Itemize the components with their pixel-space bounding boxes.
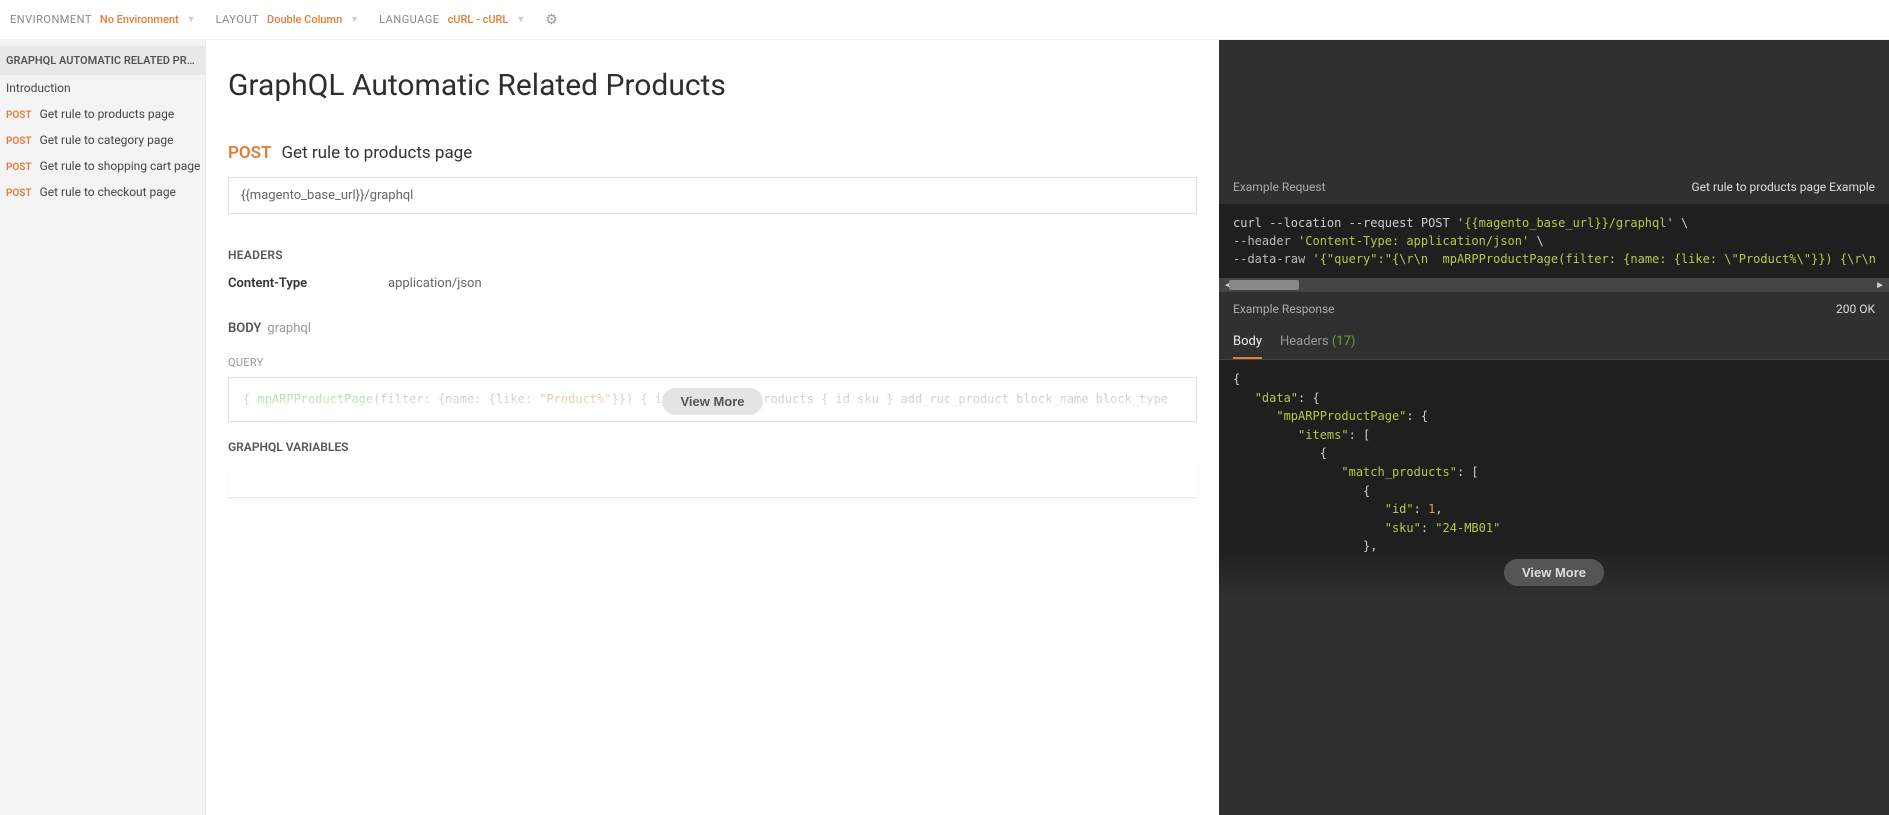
query-code: { mpARPProductPage(filter: {name: {like:… (228, 377, 1197, 422)
response-json: { "data": { "mpARPProductPage": { "items… (1219, 360, 1889, 598)
sidebar-item-category[interactable]: POSTGet rule to category page (0, 127, 205, 153)
method-badge: POST (228, 143, 271, 163)
horizontal-scrollbar[interactable]: ◄ ► (1219, 278, 1889, 292)
example-request-label: Example Request (1233, 180, 1326, 194)
example-response-label: Example Response (1233, 302, 1335, 316)
body-section-label: BODYgraphql (228, 321, 1197, 336)
curl-code: curl --location --request POST '{{magent… (1219, 204, 1889, 278)
header-key: Content-Type (228, 276, 388, 291)
view-more-button[interactable]: View More (1504, 559, 1604, 586)
example-panel: Example Request Get rule to products pag… (1219, 40, 1889, 815)
query-label: QUERY (228, 356, 1197, 369)
headers-section-label: HEADERS (228, 248, 1197, 262)
graphql-variables-box (228, 464, 1197, 498)
env-selector[interactable]: ENVIRONMENT No Environment ▼ (10, 13, 196, 26)
headers-row: Content-Type application/json (228, 276, 1197, 291)
layout-value: Double Column (267, 13, 342, 26)
chevron-down-icon: ▼ (350, 14, 359, 25)
view-more-button[interactable]: View More (662, 388, 762, 415)
example-request-bar: Example Request Get rule to products pag… (1219, 170, 1889, 204)
chevron-down-icon: ▼ (187, 14, 196, 25)
sidebar-item-introduction[interactable]: Introduction (0, 75, 205, 101)
response-tabs: Body Headers (17) (1219, 326, 1889, 360)
sidebar-item-products[interactable]: POSTGet rule to products page (0, 101, 205, 127)
tab-body[interactable]: Body (1233, 334, 1262, 359)
lang-label: LANGUAGE (379, 13, 439, 26)
gear-icon[interactable]: ⚙ (545, 12, 558, 28)
lang-value: cURL - cURL (448, 13, 509, 26)
sidebar: GRAPHQL AUTOMATIC RELATED PRO… Introduct… (0, 40, 206, 815)
tab-headers[interactable]: Headers (17) (1280, 334, 1355, 359)
url-box: {{magento_base_url}}/graphql (228, 177, 1197, 214)
layout-label: LAYOUT (216, 13, 259, 26)
header-value: application/json (388, 276, 482, 291)
page-title: GraphQL Automatic Related Products (228, 68, 1197, 103)
scrollbar-thumb[interactable] (1229, 280, 1299, 290)
sidebar-item-checkout[interactable]: POSTGet rule to checkout page (0, 179, 205, 205)
layout-selector[interactable]: LAYOUT Double Column ▼ (216, 13, 360, 26)
example-request-name: Get rule to products page Example (1692, 180, 1876, 194)
main-content: GraphQL Automatic Related Products POSTG… (206, 40, 1219, 815)
env-label: ENVIRONMENT (10, 13, 92, 26)
scroll-right-icon[interactable]: ► (1871, 278, 1889, 293)
collection-header[interactable]: GRAPHQL AUTOMATIC RELATED PRO… (0, 46, 205, 75)
chevron-down-icon: ▼ (516, 14, 525, 25)
request-title: POSTGet rule to products page (228, 143, 1197, 163)
example-response-bar: Example Response 200 OK (1219, 292, 1889, 326)
sidebar-item-cart[interactable]: POSTGet rule to shopping cart page (0, 153, 205, 179)
env-value: No Environment (100, 13, 179, 26)
graphql-variables-label: GRAPHQL VARIABLES (228, 440, 1197, 454)
language-selector[interactable]: LANGUAGE cURL - cURL ▼ (379, 13, 525, 26)
top-bar: ENVIRONMENT No Environment ▼ LAYOUT Doub… (0, 0, 1889, 40)
status-code: 200 OK (1836, 302, 1875, 316)
